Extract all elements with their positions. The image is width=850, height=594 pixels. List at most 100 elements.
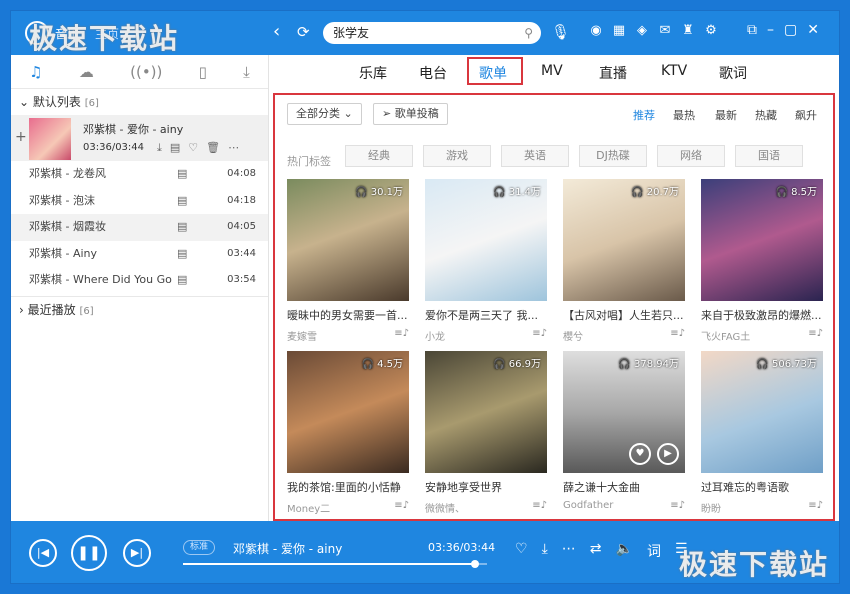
tag-game[interactable]: 游戏: [423, 145, 491, 167]
mv-icon[interactable]: ▤: [177, 188, 187, 215]
tab-radio[interactable]: 电台: [419, 63, 447, 83]
tag-mandarin[interactable]: 国语: [735, 145, 803, 167]
cloud-icon[interactable]: ☁: [79, 63, 94, 81]
playlist-author[interactable]: 微微情、: [425, 504, 465, 515]
progress-bar[interactable]: [183, 560, 487, 568]
mv-icon[interactable]: ▤: [170, 141, 180, 155]
playlist-cover[interactable]: 🎧 66.9万: [425, 351, 547, 473]
tab-library[interactable]: 乐库: [359, 63, 387, 83]
maximize-icon[interactable]: ▢: [784, 22, 797, 38]
add-to-list-icon[interactable]: ≡♪: [394, 328, 409, 339]
playlist-title[interactable]: 我的茶馆:里面的小恬静: [287, 479, 409, 495]
broadcast-icon[interactable]: ((•)): [130, 63, 162, 81]
playlist-author[interactable]: Godfather: [563, 500, 613, 511]
submit-playlist-button[interactable]: ➢ 歌单投稿: [373, 103, 448, 125]
playlist-card[interactable]: 🎧 31.4万 爱你不是两三天了 我... 小龙 ≡♪: [425, 179, 547, 343]
tag-english[interactable]: 英语: [501, 145, 569, 167]
lyrics-icon[interactable]: 词: [647, 541, 661, 561]
microphone-icon[interactable]: 🎙: [551, 23, 570, 41]
download-icon[interactable]: ⤓: [243, 63, 250, 81]
list-item[interactable]: 邓紫棋 - 龙卷风 ▤ 04:08: [11, 161, 268, 188]
playlist-author[interactable]: 小龙: [425, 332, 445, 343]
add-icon[interactable]: +: [15, 129, 27, 145]
close-icon[interactable]: ✕: [807, 22, 819, 38]
add-to-list-icon[interactable]: ≡♪: [670, 328, 685, 339]
playlist-card[interactable]: 🎧 378.94万 ♥ ▶ 薛之谦十大金曲 Godfather ≡♪: [563, 351, 685, 511]
add-to-list-icon[interactable]: ≡♪: [532, 500, 547, 511]
apps-icon[interactable]: ▦: [612, 23, 626, 38]
game-icon[interactable]: ◈: [635, 23, 649, 38]
sort-hottest[interactable]: 最热: [673, 107, 695, 123]
playlist-title[interactable]: 安静地享受世界: [425, 479, 547, 495]
quality-selector[interactable]: 标准: [183, 540, 216, 555]
tab-lyrics[interactable]: 歌词: [719, 63, 747, 83]
play-icon[interactable]: ▶: [657, 443, 679, 465]
mv-icon[interactable]: ▤: [177, 214, 187, 241]
tag-classic[interactable]: 经典: [345, 145, 413, 167]
playlist-cover[interactable]: 🎧 20.7万: [563, 179, 685, 301]
sort-recommended[interactable]: 推荐: [633, 107, 655, 123]
playlist-title[interactable]: 薛之谦十大金曲: [563, 479, 685, 495]
playlist-title[interactable]: 过耳难忘的粤语歌: [701, 479, 823, 495]
playlist-cover[interactable]: 🎧 4.5万: [287, 351, 409, 473]
playlist-card[interactable]: 🎧 30.1万 暧昧中的男女需要一首... 麦嫁雪 ≡♪: [287, 179, 409, 343]
mv-icon[interactable]: ▤: [177, 241, 187, 268]
tab-live[interactable]: 直播: [599, 63, 627, 83]
back-arrow-icon[interactable]: ‹: [273, 23, 280, 41]
refresh-icon[interactable]: ⟳: [297, 23, 310, 41]
search-icon[interactable]: ⚲: [524, 22, 533, 44]
playlist-cover[interactable]: 🎧 30.1万: [287, 179, 409, 301]
sort-collected[interactable]: 热藏: [755, 107, 777, 123]
playlist-cover[interactable]: 🎧 8.5万: [701, 179, 823, 301]
settings-icon[interactable]: ⚙: [704, 23, 718, 38]
volume-icon[interactable]: 🔈: [616, 541, 633, 561]
playlist-author[interactable]: 飞火FAG⼟: [701, 332, 750, 343]
heart-icon[interactable]: ♡: [188, 141, 198, 155]
more-icon[interactable]: ⋯: [228, 141, 239, 155]
list-item[interactable]: 邓紫棋 - Ainy ▤ 03:44: [11, 241, 268, 268]
mini-mode-icon[interactable]: ⧉: [747, 22, 757, 38]
list-item[interactable]: 邓紫棋 - Where Did You Go ▤ 03:54: [11, 267, 268, 294]
playlist-cover[interactable]: 🎧 506.73万: [701, 351, 823, 473]
now-playing-item[interactable]: + 邓紫棋 - 爱你 - ainy 03:36/03:44 ⤓ ▤ ♡ 🗑 ⋯: [11, 115, 268, 161]
radio-icon[interactable]: ◉: [589, 23, 603, 38]
more-icon[interactable]: ⋯: [562, 541, 576, 561]
playlist-cover[interactable]: 🎧 378.94万 ♥ ▶: [563, 351, 685, 473]
sort-newest[interactable]: 最新: [715, 107, 737, 123]
skin-icon[interactable]: ♜: [681, 23, 695, 38]
playlist-title[interactable]: 爱你不是两三天了 我...: [425, 307, 547, 323]
download-icon[interactable]: ⤓: [542, 541, 548, 561]
playlist-title[interactable]: 暧昧中的男女需要一首...: [287, 307, 409, 323]
playlist-cover[interactable]: 🎧 31.4万: [425, 179, 547, 301]
delete-icon[interactable]: 🗑: [206, 141, 220, 155]
minimize-icon[interactable]: –: [767, 22, 774, 38]
mail-icon[interactable]: ✉: [658, 23, 672, 38]
add-to-list-icon[interactable]: ≡♪: [394, 500, 409, 511]
sort-rising[interactable]: 飙升: [795, 107, 817, 123]
tab-mv[interactable]: MV: [541, 63, 563, 79]
playlist-title[interactable]: 来自于极致激昂的爆燃...: [701, 307, 823, 323]
playlist-title[interactable]: 【古风对唱】人生若只...: [563, 307, 685, 323]
tab-ktv[interactable]: KTV: [661, 63, 687, 79]
add-to-list-icon[interactable]: ≡♪: [808, 328, 823, 339]
heart-icon[interactable]: ♥: [629, 443, 651, 465]
add-to-list-icon[interactable]: ≡♪: [532, 328, 547, 339]
tag-dj[interactable]: DJ热碟: [579, 145, 647, 167]
mv-icon[interactable]: ▤: [177, 267, 187, 294]
next-icon[interactable]: ▶|: [123, 539, 151, 567]
search-input[interactable]: 张学友 ⚲: [323, 22, 541, 44]
default-list-header[interactable]: ⌄ 默认列表 [6]: [11, 89, 268, 115]
playlist-author[interactable]: 麦嫁雪: [287, 332, 317, 343]
list-item[interactable]: 邓紫棋 - 泡沫 ▤ 04:18: [11, 188, 268, 215]
add-to-list-icon[interactable]: ≡♪: [808, 500, 823, 511]
download-icon[interactable]: ⤓: [157, 141, 162, 155]
playlist-card[interactable]: 🎧 66.9万 安静地享受世界 微微情、 ≡♪: [425, 351, 547, 515]
previous-icon[interactable]: |◀: [29, 539, 57, 567]
tab-playlists[interactable]: 歌单: [479, 63, 507, 83]
music-list-icon[interactable]: ♫: [29, 63, 42, 81]
playlist-author[interactable]: 盼盼: [701, 504, 721, 515]
list-item[interactable]: 邓紫棋 - 烟霞妆 ▤ 04:05: [11, 214, 268, 241]
playlist-card[interactable]: 🎧 8.5万 来自于极致激昂的爆燃... 飞火FAG⼟ ≡♪: [701, 179, 823, 343]
category-dropdown[interactable]: 全部分类 ⌄: [287, 103, 362, 125]
repeat-icon[interactable]: ⇄: [590, 541, 602, 561]
